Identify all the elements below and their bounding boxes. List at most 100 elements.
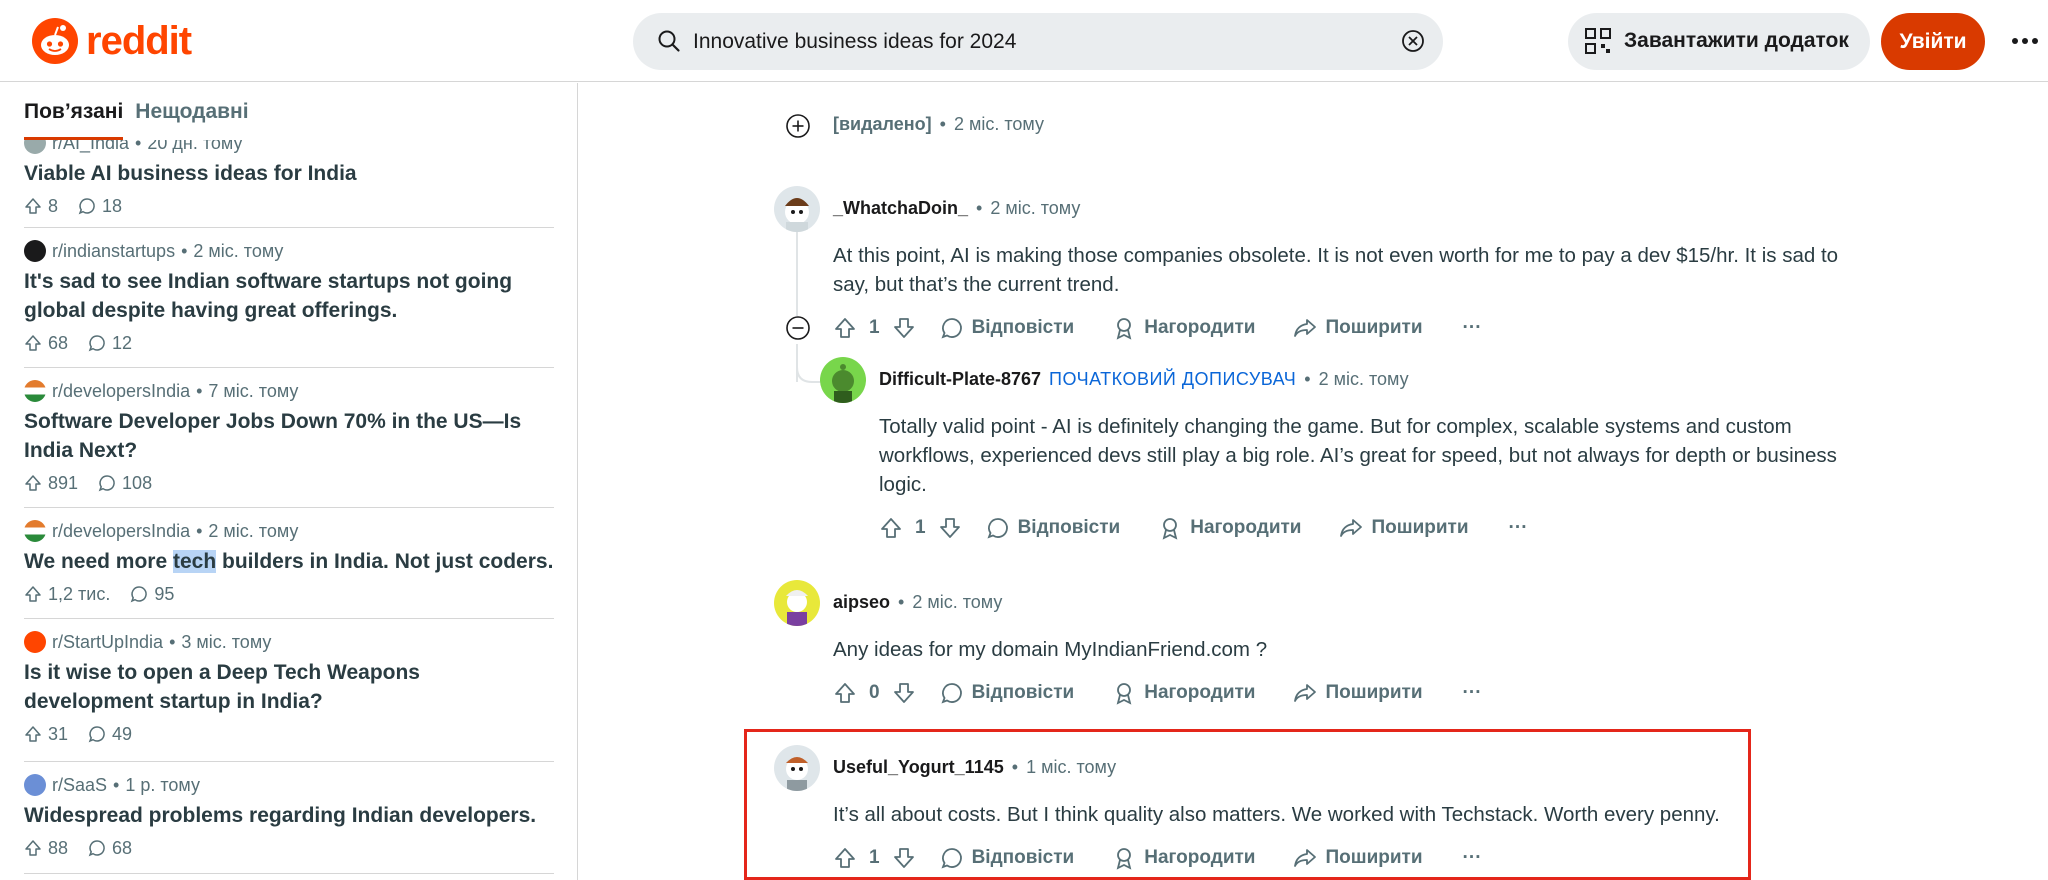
comment-author[interactable]: Difficult-Plate-8767 <box>879 369 1041 390</box>
comment-body: Totally valid point - AI is definitely c… <box>879 415 1837 496</box>
tab-related[interactable]: Пов’язані <box>24 100 124 140</box>
reply-button[interactable]: Відповісти <box>940 316 1074 340</box>
more-actions-icon[interactable]: ··· <box>1463 682 1482 704</box>
more-options-icon[interactable] <box>2010 26 2040 56</box>
vote-count: 1 <box>915 517 926 538</box>
upvote-icon[interactable] <box>879 516 903 540</box>
post-title[interactable]: It's sad to see Indian software startups… <box>24 267 554 325</box>
subreddit-icon <box>24 520 46 542</box>
post-subreddit[interactable]: r/indianstartups <box>52 241 175 262</box>
award-icon <box>1116 848 1132 870</box>
get-app-button[interactable]: Завантажити додаток <box>1568 13 1870 70</box>
downvote-icon[interactable] <box>938 516 962 540</box>
reply-label: Відповісти <box>971 847 1075 868</box>
share-icon <box>1294 849 1317 867</box>
list-item[interactable]: r/SaaS • 1 р. тому Widespread problems r… <box>24 773 554 860</box>
avatar[interactable] <box>774 186 820 232</box>
post-title[interactable]: We need more tech builders in India. Not… <box>24 547 554 576</box>
expand-thread-icon[interactable] <box>785 113 811 139</box>
downvote-icon[interactable] <box>892 316 916 340</box>
share-label: Поширити <box>1325 317 1423 338</box>
comment-age: 2 міс. тому <box>953 114 1044 134</box>
post-title-end: builders in India. Not just coders. <box>216 550 554 573</box>
collapse-thread-icon[interactable] <box>785 315 811 341</box>
list-item[interactable]: r/developersIndia • 7 міс. тому Software… <box>24 379 554 495</box>
comment-icon <box>941 848 962 869</box>
post-title[interactable]: Viable AI business ideas for India <box>24 159 554 188</box>
post-title[interactable]: Is it wise to open a Deep Tech Weapons d… <box>24 658 554 716</box>
post-title[interactable]: Widespread problems regarding Indian dev… <box>24 801 554 830</box>
upvote-icon[interactable] <box>833 681 857 705</box>
logo-wordmark: reddit <box>86 18 192 63</box>
share-label: Поширити <box>1371 517 1469 538</box>
meta-separator: • <box>181 240 188 261</box>
reply-button[interactable]: Відповісти <box>986 516 1121 540</box>
comment-age: 2 міс. тому <box>912 592 1003 612</box>
meta-separator: • <box>196 380 203 401</box>
comment-header: aipseo • 2 міс. тому <box>833 592 1002 613</box>
reply-button[interactable]: Відповісти <box>940 846 1075 870</box>
upvote-icon <box>25 198 41 214</box>
more-actions-icon[interactable]: ··· <box>1463 317 1482 339</box>
post-stats: 31 49 <box>24 722 554 746</box>
divider <box>24 761 554 762</box>
post-meta: r/StartUpIndia • 3 міс. тому <box>24 630 554 654</box>
meta-separator: • <box>196 520 203 541</box>
get-app-label: Завантажити додаток <box>1624 29 1849 52</box>
avatar[interactable] <box>774 580 820 626</box>
reply-button[interactable]: Відповісти <box>940 681 1074 705</box>
comment-author[interactable]: Useful_Yogurt_1145 <box>833 757 1004 778</box>
post-subreddit[interactable]: r/StartUpIndia <box>52 632 163 653</box>
user-avatar-icon <box>785 198 809 232</box>
post-age: 2 міс. тому <box>193 240 284 261</box>
award-button[interactable]: Нагородити <box>1112 846 1255 870</box>
reddit-logo[interactable]: reddit <box>32 18 192 64</box>
share-button[interactable]: Поширити <box>1339 516 1469 540</box>
post-title[interactable]: Software Developer Jobs Down 70% in the … <box>24 407 554 465</box>
avatar[interactable] <box>820 357 866 403</box>
downvote-icon[interactable] <box>892 846 916 870</box>
award-button[interactable]: Нагородити <box>1112 316 1255 340</box>
avatar[interactable] <box>774 745 820 791</box>
search-bar[interactable]: Innovative business ideas for 2024 <box>633 13 1443 70</box>
vote-count: 88 <box>48 837 69 858</box>
comment-icon <box>98 475 115 492</box>
more-actions-icon[interactable]: ··· <box>1463 847 1482 869</box>
list-item[interactable]: r/StartUpIndia • 3 міс. тому Is it wise … <box>24 630 554 746</box>
comment-body: At this point, AI is making those compan… <box>833 244 1839 296</box>
post-stats: 88 68 <box>24 836 554 860</box>
upvote-icon[interactable] <box>833 846 857 870</box>
tab-recent[interactable]: Нещодавні <box>135 100 248 140</box>
post-subreddit[interactable]: r/developersIndia <box>52 381 190 402</box>
list-item[interactable]: r/developersIndia • 2 міс. тому We need … <box>24 519 554 606</box>
award-button[interactable]: Нагородити <box>1112 681 1255 705</box>
post-subreddit[interactable]: r/developersIndia <box>52 521 190 542</box>
qr-code-icon <box>1585 28 1611 54</box>
upvote-icon[interactable] <box>833 316 857 340</box>
clear-search-icon[interactable] <box>1401 29 1425 53</box>
login-button[interactable]: Увійти <box>1881 13 1985 70</box>
comment-author[interactable]: _WhatchaDoin_ <box>833 198 968 219</box>
post-subreddit[interactable]: r/SaaS <box>52 775 107 796</box>
search-input[interactable]: Innovative business ideas for 2024 <box>693 30 1016 54</box>
downvote-icon[interactable] <box>892 681 916 705</box>
share-button[interactable]: Поширити <box>1293 316 1423 340</box>
share-button[interactable]: Поширити <box>1293 846 1423 870</box>
list-item[interactable]: r/AI_India • 20 дн. тому Viable AI busin… <box>24 131 554 218</box>
upvote-icon <box>25 726 41 742</box>
award-button[interactable]: Нагородити <box>1158 516 1301 540</box>
list-item[interactable]: r/indianstartups • 2 міс. тому It's sad … <box>24 239 554 355</box>
meta-separator: • <box>976 198 983 218</box>
comment-icon <box>987 518 1008 539</box>
related-posts-sidebar: Пов’язані Нещодавні r/AI_India • 20 дн. … <box>0 83 578 880</box>
comment-count: 108 <box>122 472 153 493</box>
more-actions-icon[interactable]: ··· <box>1509 517 1528 539</box>
post-age: 1 р. тому <box>125 774 200 795</box>
comment-actions: 1 Відповісти Нагородити Поширити ··· <box>833 840 1482 876</box>
share-button[interactable]: Поширити <box>1293 681 1423 705</box>
reply-label: Відповісти <box>1017 517 1121 538</box>
comment-author[interactable]: aipseo <box>833 592 890 613</box>
post-stats: 891 108 <box>24 471 554 495</box>
comment-count: 95 <box>154 583 175 604</box>
meta-separator: • <box>1011 757 1019 777</box>
